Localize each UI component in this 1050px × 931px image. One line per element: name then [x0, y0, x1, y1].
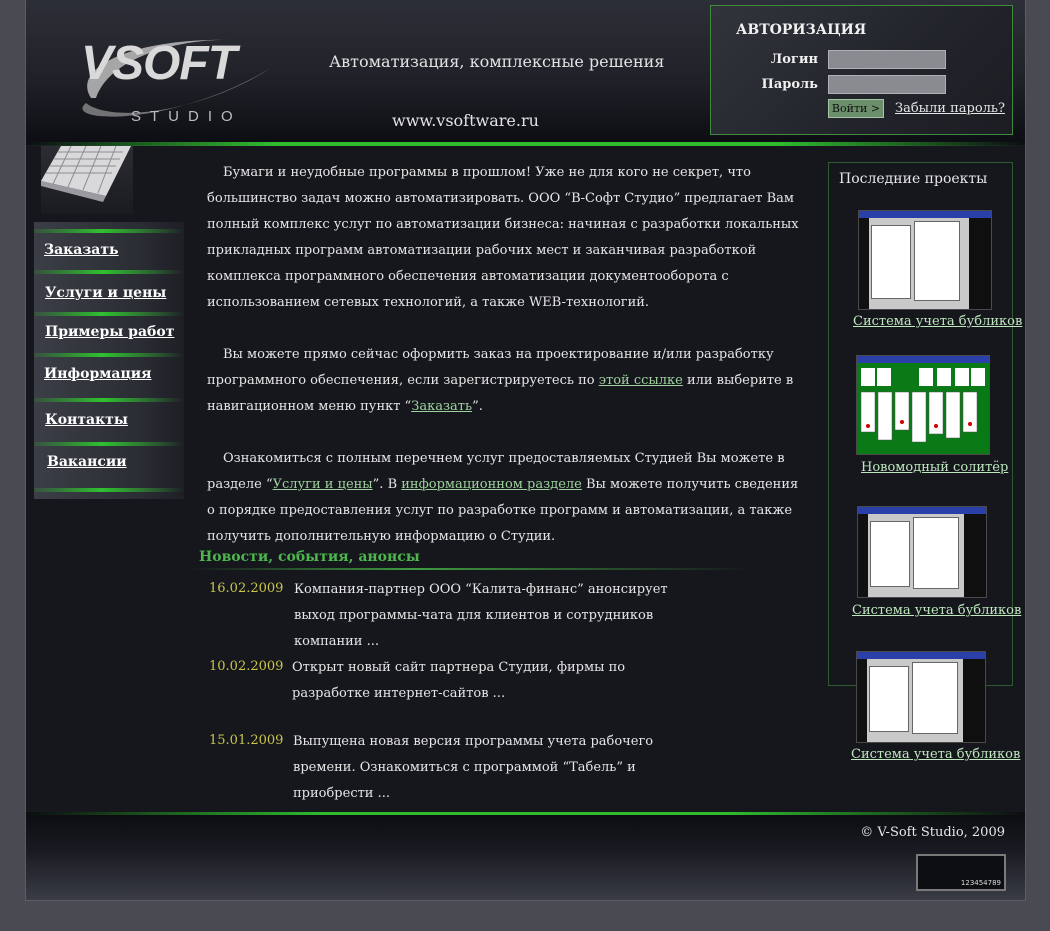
- intro-text: Бумаги и неудобные программы в прошлом! …: [207, 160, 807, 576]
- nav-divider: [34, 229, 184, 233]
- project-caption[interactable]: Система учета бубликов: [851, 747, 1020, 762]
- intro-paragraph: Ознакомиться с полным перечнем услуг пре…: [207, 446, 807, 550]
- keyboard-image: [41, 146, 133, 214]
- solitaire-thumbnail[interactable]: [856, 355, 990, 455]
- project-thumbnail[interactable]: [858, 210, 992, 310]
- login-label: Логин: [770, 52, 818, 67]
- window-side: [858, 514, 868, 597]
- projects-title: Последние проекты: [839, 171, 988, 187]
- header-divider: [26, 142, 1025, 146]
- window-titlebar: [858, 507, 986, 514]
- footer: © V-Soft Studio, 2009 123454789: [26, 812, 1025, 900]
- keyboard-icon: [41, 146, 131, 202]
- window-pane: [869, 666, 909, 732]
- window-titlebar: [859, 211, 991, 218]
- window-side: [857, 659, 867, 742]
- news-title: Новости, события, анонсы: [199, 549, 420, 565]
- info-section-link[interactable]: информационном разделе: [401, 477, 582, 492]
- window-pane: [912, 662, 958, 734]
- intro-paragraph: Бумаги и неудобные программы в прошлом! …: [207, 160, 807, 316]
- news-date: 16.02.2009: [209, 581, 284, 596]
- window-side: [964, 514, 986, 597]
- services-link[interactable]: Услуги и цены: [273, 477, 373, 492]
- intro-text-3b: ”. В: [372, 477, 402, 492]
- project-caption[interactable]: Система учета бубликов: [852, 603, 1021, 618]
- password-input[interactable]: [828, 75, 946, 94]
- page: VSOFT STUDIO Автоматизация, комплексные …: [25, 0, 1026, 901]
- window-side: [969, 218, 991, 309]
- project-thumbnail[interactable]: [857, 506, 987, 598]
- login-button[interactable]: Войти >: [828, 99, 884, 118]
- cards-icon: [860, 368, 985, 443]
- forgot-password-link[interactable]: Забыли пароль?: [895, 101, 1005, 116]
- window-pane: [871, 225, 911, 299]
- news-date: 10.02.2009: [209, 659, 284, 674]
- logo-text: VSOFT: [81, 37, 237, 90]
- intro-paragraph: Вы можете прямо сейчас оформить заказ на…: [207, 342, 807, 420]
- window-pane: [870, 521, 910, 587]
- news-divider: [191, 568, 751, 570]
- news-item[interactable]: Открыт новый сайт партнера Студии, фирмы…: [292, 655, 662, 707]
- window-side: [859, 218, 869, 309]
- news-item[interactable]: Компания-партнер ООО “Калита-финанс” ано…: [294, 577, 674, 655]
- login-input[interactable]: [828, 50, 946, 69]
- nav-divider: [34, 488, 184, 492]
- nav-divider: [34, 442, 184, 446]
- projects-panel: Последние проекты Система учета бубликов: [828, 162, 1022, 762]
- password-label: Пароль: [761, 77, 818, 92]
- project-caption[interactable]: Новомодный солитёр: [861, 460, 1008, 475]
- sidebar-nav: Заказать Услуги и цены Примеры работ Инф…: [34, 222, 184, 499]
- window-titlebar: [857, 652, 985, 659]
- logo-subtext: STUDIO: [131, 108, 242, 125]
- news-date: 15.01.2009: [209, 733, 284, 748]
- order-link[interactable]: Заказать: [411, 399, 472, 414]
- visit-counter[interactable]: 123454789: [916, 854, 1006, 891]
- logo[interactable]: VSOFT STUDIO: [51, 28, 281, 138]
- news-item[interactable]: Выпущена новая версия программы учета ра…: [293, 729, 673, 807]
- header: VSOFT STUDIO Автоматизация, комплексные …: [26, 0, 1025, 146]
- nav-item-info[interactable]: Информация: [44, 366, 152, 382]
- register-link[interactable]: этой ссылке: [599, 373, 683, 388]
- nav-item-services[interactable]: Услуги и цены: [45, 285, 166, 301]
- footer-divider: [26, 812, 1025, 815]
- nav-divider: [34, 270, 184, 274]
- copyright: © V-Soft Studio, 2009: [860, 825, 1005, 840]
- nav-divider: [34, 312, 184, 316]
- site-url: www.vsoftware.ru: [392, 111, 539, 130]
- nav-item-portfolio[interactable]: Примеры работ: [45, 324, 174, 340]
- window-side: [963, 659, 985, 742]
- project-thumbnail[interactable]: [856, 651, 986, 743]
- nav-item-contacts[interactable]: Контакты: [45, 412, 128, 428]
- auth-panel: АВТОРИЗАЦИЯ Логин Пароль Войти > Забыли …: [710, 5, 1013, 135]
- slogan: Автоматизация, комплексные решения: [329, 52, 665, 71]
- nav-divider: [34, 398, 184, 402]
- nav-item-order[interactable]: Заказать: [44, 242, 119, 258]
- nav-divider: [34, 353, 184, 357]
- auth-title: АВТОРИЗАЦИЯ: [736, 22, 867, 38]
- intro-text-1: Бумаги и неудобные программы в прошлом! …: [207, 165, 799, 310]
- intro-text-2c: ”.: [472, 399, 483, 414]
- counter-value: 123454789: [960, 879, 1001, 887]
- window-pane: [913, 517, 959, 589]
- window-pane: [914, 221, 960, 301]
- nav-item-vacancies[interactable]: Вакансии: [47, 454, 127, 470]
- project-caption[interactable]: Система учета бубликов: [853, 314, 1022, 329]
